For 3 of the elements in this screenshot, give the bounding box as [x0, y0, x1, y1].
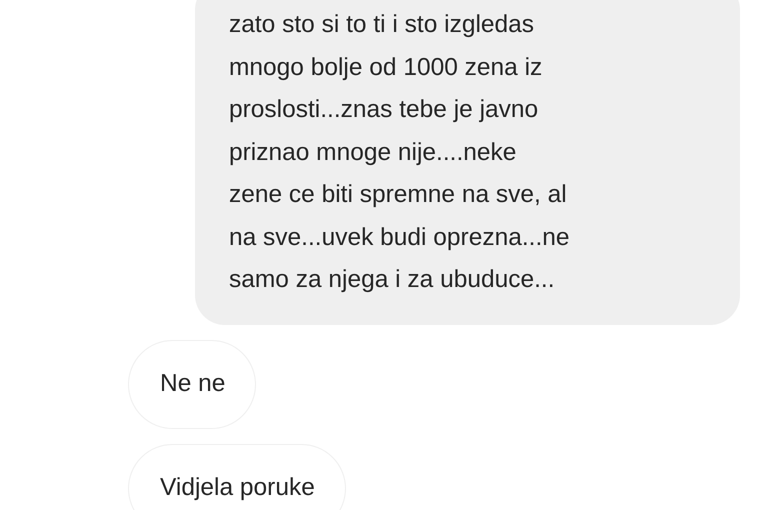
message-bubble: Ne ne: [128, 340, 256, 428]
message-bubble: zato sto si to ti i sto izgledas mnogo bolje od 1000 zena iz proslosti...znas tebe je javno priznao mnoge nije....neke zene ce biti spremne na sve, al na sve...uvek budi oprezna...ne samo za njega i za ubuduce...: [195, 0, 740, 324]
message-bubble: Vidjela poruke: [128, 444, 346, 510]
